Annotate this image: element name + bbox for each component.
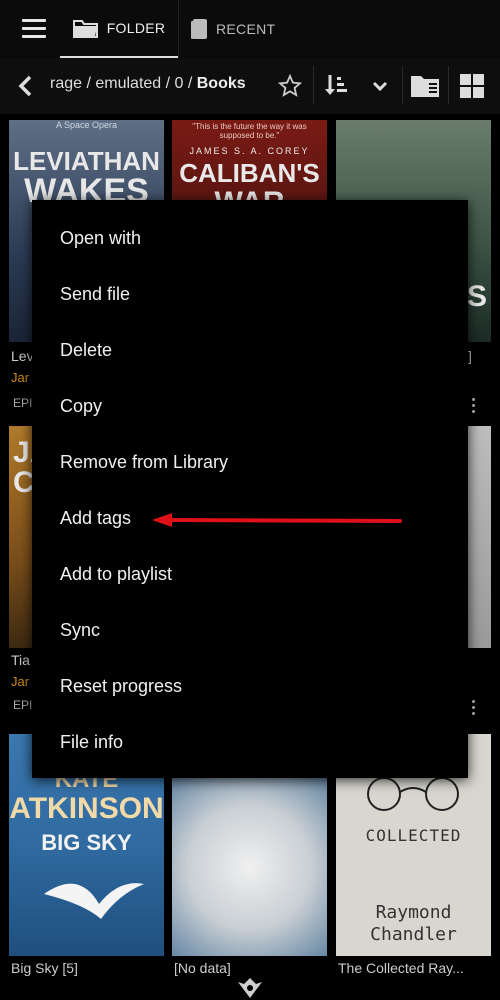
favorite-star-icon[interactable] xyxy=(274,70,306,102)
menu-item-copy[interactable]: Copy xyxy=(60,394,102,418)
folder-view-icon[interactable] xyxy=(409,70,441,102)
book-format: EPI xyxy=(13,396,33,410)
menu-item-send-file[interactable]: Send file xyxy=(60,282,130,306)
cover-title-line2: ATKINSON xyxy=(9,792,164,825)
menu-item-delete[interactable]: Delete xyxy=(60,338,112,362)
path-bar: rage / emulated / 0 / Books xyxy=(0,58,500,114)
menu-item-file-info[interactable]: File info xyxy=(60,730,123,754)
tab-recent-label: RECENT xyxy=(216,21,276,37)
toolbar-divider xyxy=(448,66,449,104)
tab-divider xyxy=(178,0,179,58)
tab-folder-label: FOLDER xyxy=(106,20,166,36)
annotation-arrow xyxy=(152,513,402,527)
seagull-illustration xyxy=(44,883,144,919)
breadcrumb-prefix: rage / emulated / 0 / xyxy=(50,75,197,92)
menu-item-open-with[interactable]: Open with xyxy=(60,226,141,250)
app-logo-icon xyxy=(238,978,262,998)
grid-view-icon[interactable] xyxy=(456,70,488,102)
top-app-bar: FOLDER RECENT xyxy=(0,0,500,58)
book-filename: ] xyxy=(468,348,472,364)
toolbar-divider xyxy=(313,66,314,104)
menu-item-remove-from-library[interactable]: Remove from Library xyxy=(60,450,228,474)
more-options-icon[interactable] xyxy=(472,398,476,416)
cover-title-line1: CALIBAN'S xyxy=(179,158,320,188)
breadcrumb-current: Books xyxy=(196,75,246,92)
book-author: Jar xyxy=(11,370,30,385)
breadcrumb[interactable]: rage / emulated / 0 / Books xyxy=(50,75,246,93)
book-filename: [No data] xyxy=(174,960,231,976)
back-chevron-icon[interactable] xyxy=(14,74,38,98)
menu-item-sync[interactable]: Sync xyxy=(60,618,100,642)
chevron-down-icon[interactable] xyxy=(364,70,396,102)
more-options-icon[interactable] xyxy=(472,700,476,718)
menu-item-reset-progress[interactable]: Reset progress xyxy=(60,674,182,698)
book-author: Jar xyxy=(11,674,30,689)
cover-title-line1: COLLECTED xyxy=(365,826,462,845)
toolbar-divider xyxy=(402,66,403,104)
book-filename: The Collected Ray... xyxy=(338,960,464,976)
menu-item-add-tags[interactable]: Add tags xyxy=(60,506,131,530)
cover-subtitle: Chandler xyxy=(370,924,457,945)
cover-tagline: A Space Opera xyxy=(55,120,118,130)
hamburger-menu-icon[interactable] xyxy=(22,19,46,39)
tab-folder[interactable]: FOLDER xyxy=(60,0,178,58)
folder-icon xyxy=(72,20,98,38)
cover-author: JAMES S. A. COREY xyxy=(189,146,310,156)
cover-title-line2: Raymond xyxy=(375,902,452,923)
sort-icon[interactable] xyxy=(320,70,352,102)
glasses-illustration xyxy=(367,777,459,811)
menu-item-add-to-playlist[interactable]: Add to playlist xyxy=(60,562,172,586)
cover-subtitle: BIG SKY xyxy=(41,830,132,855)
context-menu: Open with Send file Delete Copy Remove f… xyxy=(32,200,468,778)
tab-recent[interactable]: RECENT xyxy=(190,0,290,58)
book-filename: Big Sky [5] xyxy=(11,960,78,976)
book-icon xyxy=(191,19,207,39)
book-format: EPI xyxy=(13,698,33,712)
cover-tagline: "This is the future the way it was suppo… xyxy=(192,122,307,140)
